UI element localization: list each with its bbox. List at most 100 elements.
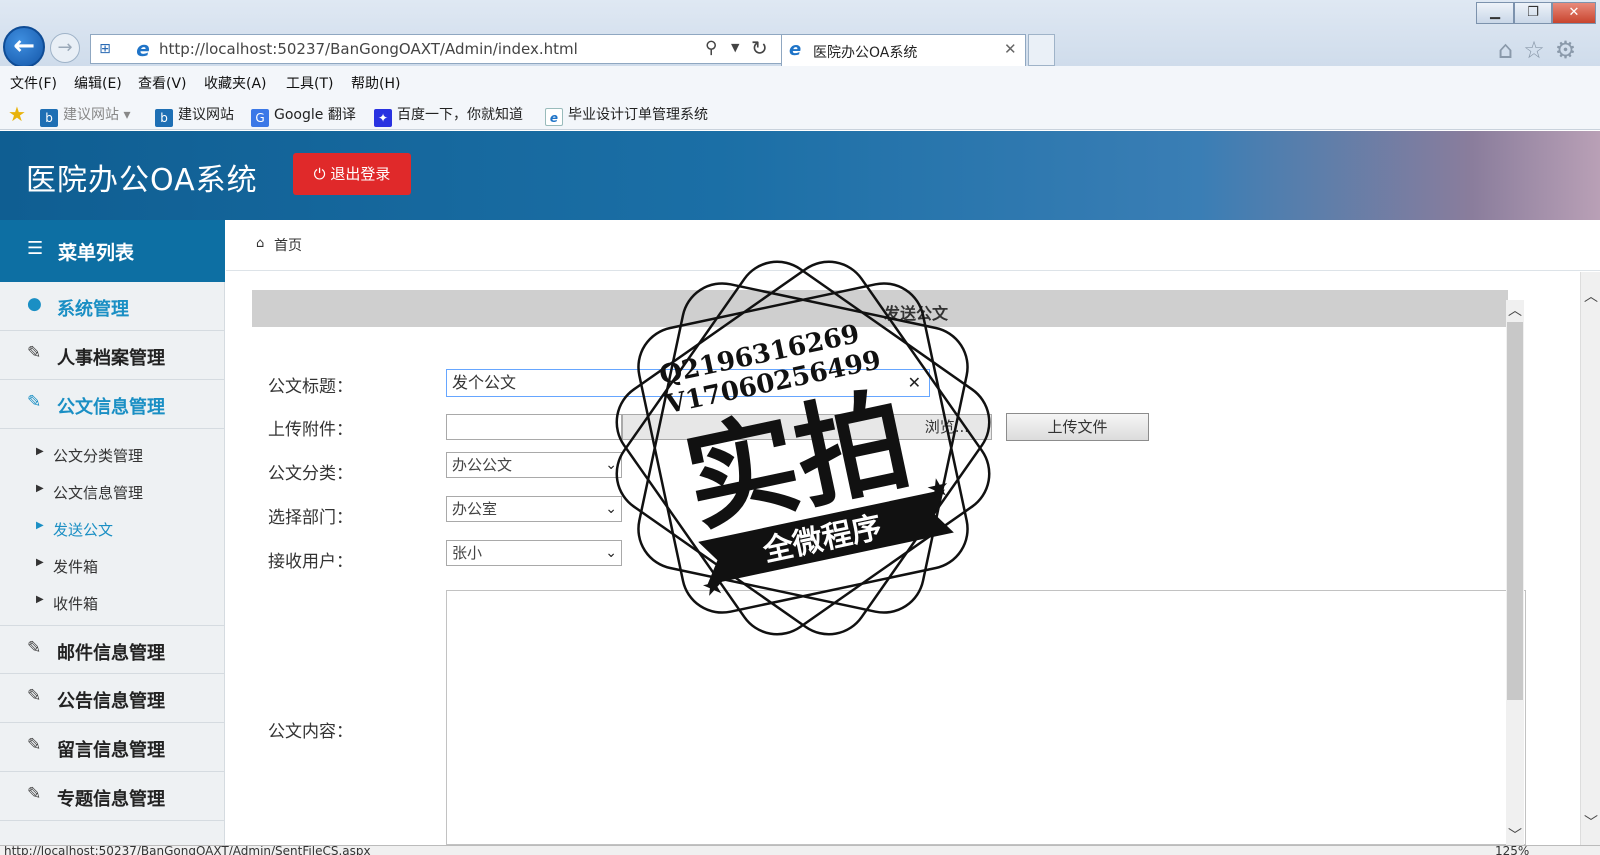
refresh-icon[interactable]: ↻ xyxy=(751,36,768,60)
edit-icon: ✎ xyxy=(27,686,42,706)
browser-menu-bar: 文件(F) 编辑(E) 查看(V) 收藏夹(A) 工具(T) 帮助(H) xyxy=(0,66,1600,96)
baidu-paw-icon: ✦ xyxy=(374,109,392,127)
home-icon: ⌂ xyxy=(256,236,265,251)
bing-icon: b xyxy=(40,109,58,127)
sidebar-sub-inbox[interactable]: ▶ 收件箱 xyxy=(0,585,225,622)
restore-button[interactable]: ❐ xyxy=(1514,2,1552,24)
fav-google-translate[interactable]: G Google 翻译 xyxy=(251,104,356,127)
fav-suggested-sites-dropdown[interactable]: b 建议网站 ▾ xyxy=(40,104,130,127)
scroll-up-icon[interactable]: ︿ xyxy=(1584,286,1598,306)
google-translate-icon: G xyxy=(251,109,269,127)
list-icon: ☰ xyxy=(27,238,44,259)
edit-icon: ✎ xyxy=(27,638,42,658)
form-header: 发送公文 xyxy=(252,290,1508,327)
caret-right-icon: ▶ xyxy=(36,520,44,531)
sidebar-item-topics[interactable]: ✎ 专题信息管理 xyxy=(0,772,225,821)
scroll-up-icon[interactable]: ︿ xyxy=(1508,300,1522,320)
sidebar-item-documents[interactable]: ✎ 公文信息管理 xyxy=(0,380,225,429)
tab-title[interactable]: 医院办公OA系统 xyxy=(813,42,917,62)
sidebar-item-mail[interactable]: ✎ 邮件信息管理 xyxy=(0,625,225,674)
new-tab-button[interactable] xyxy=(1028,34,1055,66)
favorites-star-icon[interactable]: ★ xyxy=(8,102,26,126)
caret-right-icon: ▶ xyxy=(36,446,44,457)
chevron-down-icon: ⌄ xyxy=(605,501,617,517)
ie-page-icon: e xyxy=(136,37,150,61)
toolbar-icons: ⌂ ☆ ⚙ xyxy=(1498,36,1576,64)
edit-icon: ✎ xyxy=(27,343,42,363)
doc-title-input[interactable]: 发个公文 ✕ xyxy=(446,369,930,397)
sidebar-item-notices[interactable]: ✎ 公告信息管理 xyxy=(0,674,225,723)
close-window-button[interactable]: ✕ xyxy=(1552,2,1596,24)
chevron-down-icon: ⌄ xyxy=(605,457,617,473)
browser-address-row: ← → ⊞ e http://localhost:50237/BanGongOA… xyxy=(0,0,1600,68)
bing-icon: b xyxy=(155,109,173,127)
status-url: http://localhost:50237/BanGongOAXT/Admin… xyxy=(4,845,371,855)
department-label: 选择部门： xyxy=(268,508,353,528)
home-icon[interactable]: ⌂ xyxy=(1498,36,1513,64)
sidebar-item-messages[interactable]: ✎ 留言信息管理 xyxy=(0,723,225,772)
ie-page-icon: e xyxy=(545,108,563,126)
fav-suggested-sites[interactable]: b 建议网站 xyxy=(155,104,234,127)
main-content: 发送公文 公文标题： 发个公文 ✕ 上传附件： 浏览... 公文分类： 办公公文… xyxy=(226,272,1600,845)
edit-icon: ✎ xyxy=(27,784,42,804)
minimize-button[interactable]: ▁ xyxy=(1476,2,1514,24)
chevron-down-icon: ⌄ xyxy=(605,545,617,561)
status-bar: http://localhost:50237/BanGongOAXT/Admin… xyxy=(0,845,1600,855)
compatibility-icon[interactable]: ⊞ xyxy=(93,38,117,60)
menu-view[interactable]: 查看(V) xyxy=(138,73,187,93)
receiver-select[interactable]: 张小 ⌄ xyxy=(446,540,622,566)
menu-favorites[interactable]: 收藏夹(A) xyxy=(204,73,267,93)
menu-tools[interactable]: 工具(T) xyxy=(286,73,333,93)
address-url[interactable]: http://localhost:50237/BanGongOAXT/Admin… xyxy=(159,40,578,58)
menu-file[interactable]: 文件(F) xyxy=(10,73,57,93)
attachment-path-input[interactable] xyxy=(446,414,622,440)
address-bar[interactable]: ⊞ e http://localhost:50237/BanGongOAXT/A… xyxy=(90,34,788,64)
scroll-thumb[interactable] xyxy=(1507,322,1523,700)
tab-close-icon[interactable]: ✕ xyxy=(1004,40,1017,58)
page-scrollbar[interactable]: ︿ ﹀ xyxy=(1580,272,1600,845)
user-icon: ● xyxy=(27,294,42,314)
app-header: 医院办公OA系统 ⏻ 退出登录 xyxy=(0,131,1600,220)
menu-help[interactable]: 帮助(H) xyxy=(351,73,400,93)
form-scrollbar[interactable]: ︿ ﹀ xyxy=(1506,300,1524,845)
sidebar-item-personnel[interactable]: ✎ 人事档案管理 xyxy=(0,331,225,380)
gear-icon[interactable]: ⚙ xyxy=(1555,36,1577,64)
search-icon[interactable]: ⚲ xyxy=(705,38,717,58)
receiver-label: 接收用户： xyxy=(268,552,353,572)
browser-tab[interactable]: e 医院办公OA系统 ✕ xyxy=(781,34,1026,66)
sidebar-title: ☰ 菜单列表 xyxy=(0,220,225,282)
sidebar-sub-doc-category[interactable]: ▶ 公文分类管理 xyxy=(0,437,225,474)
clear-input-icon[interactable]: ✕ xyxy=(908,370,921,396)
browse-button[interactable]: 浏览... xyxy=(622,414,992,440)
ie-tab-icon: e xyxy=(789,39,802,60)
doc-content-editor[interactable] xyxy=(446,590,1526,845)
edit-icon: ✎ xyxy=(27,735,42,755)
fav-order-system[interactable]: e 毕业设计订单管理系统 xyxy=(545,104,708,126)
app-title: 医院办公OA系统 xyxy=(26,163,258,198)
category-select[interactable]: 办公公文 ⌄ xyxy=(446,452,622,478)
caret-right-icon: ▶ xyxy=(36,557,44,568)
sidebar-sub-doc-info[interactable]: ▶ 公文信息管理 xyxy=(0,474,225,511)
power-icon: ⏻ xyxy=(313,165,331,183)
favorites-bar: ★ b 建议网站 ▾ b 建议网站 G Google 翻译 ✦ 百度一下，你就知道 e毕… xyxy=(0,96,1600,130)
sidebar-sub-outbox[interactable]: ▶ 发件箱 xyxy=(0,548,225,585)
favorites-star-icon[interactable]: ☆ xyxy=(1523,36,1545,64)
edit-icon: ✎ xyxy=(27,392,42,412)
zoom-level[interactable]: 125% xyxy=(1495,846,1529,855)
upload-file-button[interactable]: 上传文件 xyxy=(1006,413,1149,441)
logout-button[interactable]: ⏻ 退出登录 xyxy=(293,153,411,195)
fav-baidu[interactable]: ✦ 百度一下，你就知道 xyxy=(374,104,523,127)
menu-edit[interactable]: 编辑(E) xyxy=(74,73,122,93)
forward-button[interactable]: → xyxy=(50,33,80,63)
caret-right-icon: ▶ xyxy=(36,483,44,494)
back-button[interactable]: ← xyxy=(3,26,45,68)
scroll-down-icon[interactable]: ﹀ xyxy=(1508,825,1522,845)
dropdown-icon[interactable]: ▼ xyxy=(731,41,739,54)
scroll-down-icon[interactable]: ﹀ xyxy=(1584,812,1598,832)
department-select[interactable]: 办公室 ⌄ xyxy=(446,496,622,522)
sidebar-sub-send-doc[interactable]: ▶ 发送公文 xyxy=(0,511,225,548)
browser-window: ← → ⊞ e http://localhost:50237/BanGongOA… xyxy=(0,0,1600,855)
content-label: 公文内容： xyxy=(268,722,353,742)
sidebar-item-system[interactable]: ● 系统管理 xyxy=(0,282,225,331)
breadcrumb-home[interactable]: 首页 xyxy=(274,235,302,255)
